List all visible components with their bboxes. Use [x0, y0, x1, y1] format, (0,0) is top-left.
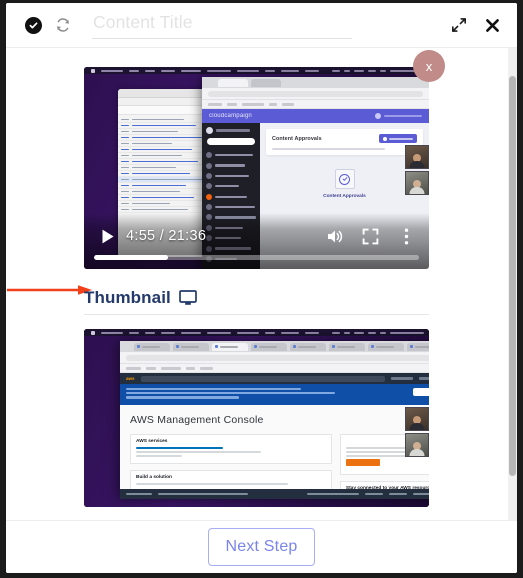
aws-console-content: AWS Management Console AWS services Buil… — [120, 404, 429, 499]
aws-address-bar — [120, 352, 429, 364]
player-controls: 4:55 / 21:36 — [84, 219, 429, 253]
body-scrollbar-thumb[interactable] — [509, 76, 516, 476]
sidebar-list-item[interactable] — [202, 150, 260, 160]
aws-console-window: aws AWS Management Console AWS services … — [120, 341, 429, 499]
content-approvals-card: Content Approvals — [266, 129, 423, 156]
video-player[interactable]: cloudcampaign Content Approvals Content … — [84, 67, 429, 269]
modal-footer: Next Step — [6, 520, 517, 573]
expand-arrows-icon[interactable] — [450, 16, 468, 34]
aws-bookmarks-bar — [120, 364, 429, 373]
remove-video-label: x — [425, 58, 433, 74]
thumbnail-section-header: Thumbnail — [84, 288, 429, 315]
content-title-input[interactable] — [92, 11, 352, 39]
content-modal: cloudcampaign — [6, 3, 517, 573]
thumbnail-section-title: Thumbnail — [84, 288, 171, 307]
thumbnail-desktop-background: aws AWS Management Console AWS services … — [84, 329, 429, 507]
thumbnail-menubar — [84, 329, 429, 336]
player-time-display: 4:55 / 21:36 — [126, 228, 207, 244]
app-logo-light: campaign — [224, 113, 252, 119]
sidebar-search-input[interactable] — [207, 138, 255, 145]
webcam-overlay-group — [405, 145, 429, 197]
aws-logo: aws — [126, 376, 135, 381]
play-icon[interactable] — [94, 223, 120, 249]
aws-notice-banner — [120, 384, 429, 405]
sidebar-list-item[interactable] — [202, 192, 260, 202]
browser-address-bar — [202, 88, 429, 100]
check-circle-icon — [22, 14, 44, 36]
sidebar-list-item[interactable] — [202, 171, 260, 181]
fullscreen-icon[interactable] — [357, 223, 383, 249]
app-logo-bold: cloud — [209, 113, 225, 119]
aws-console-footer — [120, 489, 429, 499]
webcam-tile — [405, 171, 429, 195]
webcam-tile — [405, 407, 429, 431]
aws-search-input[interactable] — [140, 375, 385, 382]
aws-panel-title: Build a solution — [136, 474, 172, 480]
empty-state: Content Approvals — [266, 169, 423, 199]
monitor-icon — [178, 290, 197, 306]
close-x-icon[interactable] — [483, 16, 501, 34]
video-progress-filled — [94, 255, 169, 260]
video-preview-block: cloudcampaign Content Approvals Content … — [84, 50, 445, 269]
volume-icon[interactable] — [321, 223, 347, 249]
card-primary-button[interactable] — [379, 134, 417, 143]
refresh-icon[interactable] — [52, 14, 74, 36]
sidebar-list-item[interactable] — [202, 181, 260, 191]
video-progress-bar[interactable] — [94, 255, 419, 260]
annotation-arrow — [7, 285, 92, 295]
browser-bookmarks-bar — [202, 100, 429, 109]
body-scrollbar-track[interactable] — [508, 48, 517, 520]
aws-panel: AWS services — [130, 433, 332, 464]
next-step-button[interactable]: Next Step — [208, 528, 315, 566]
aws-console-heading: AWS Management Console — [130, 413, 264, 426]
modal-header — [6, 3, 517, 48]
browser-tab-strip — [202, 77, 429, 88]
kebab-menu-icon[interactable] — [393, 223, 419, 249]
sidebar-list-item[interactable] — [202, 202, 260, 212]
modal-body: cloudcampaign Content Approvals Content … — [6, 48, 517, 520]
header-actions — [450, 16, 505, 34]
webcam-tile — [405, 433, 429, 457]
aws-global-nav: aws — [120, 373, 429, 384]
thumbnail-webcam-group — [405, 407, 429, 459]
empty-state-label: Content Approvals — [323, 194, 366, 200]
remove-video-button[interactable]: x — [413, 50, 445, 82]
webcam-tile — [405, 145, 429, 169]
content-title-field-wrap — [92, 11, 352, 39]
card-title: Content Approvals — [272, 135, 322, 142]
aws-panel-title: AWS services — [136, 438, 168, 444]
aws-banner-button[interactable] — [413, 388, 429, 396]
approval-check-icon — [334, 169, 355, 190]
screen-root: cloudcampaign — [0, 0, 523, 578]
aws-panel-button[interactable] — [345, 458, 380, 466]
thumbnail-preview[interactable]: aws AWS Management Console AWS services … — [84, 329, 429, 507]
recording-menubar — [84, 67, 429, 74]
thumbnail-section: Thumbnail aws AWS Management Console AWS… — [84, 288, 429, 507]
aws-tab-strip — [120, 341, 429, 352]
sidebar-list-item[interactable] — [202, 160, 260, 170]
app-top-bar: cloudcampaign — [202, 109, 429, 123]
